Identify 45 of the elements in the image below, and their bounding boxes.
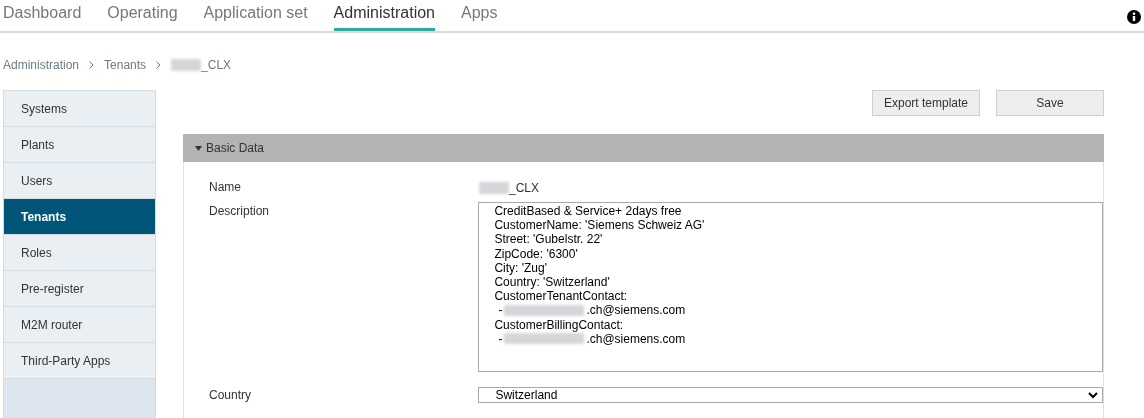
field-label: Description	[208, 203, 271, 220]
redacted-block	[171, 59, 202, 71]
caret-icon	[195, 145, 202, 151]
sidebar-item[interactable]: Users	[4, 163, 155, 199]
breadcrumb-link[interactable]: Administration	[3, 56, 80, 74]
chevron-icon	[89, 61, 95, 69]
field-label: Name	[208, 179, 242, 196]
chevron-down-icon	[1088, 391, 1098, 399]
sidebar-item[interactable]: M2M router	[4, 307, 155, 343]
text-line: City: 'Zug'	[494, 260, 547, 275]
text-line: -	[498, 331, 503, 347]
sidebar-item[interactable]: Third-Party Apps	[4, 343, 155, 379]
field-label: Country	[208, 387, 253, 404]
nav-tab[interactable]: Dashboard	[3, 3, 82, 31]
text-line: Country: 'Switzerland'	[494, 275, 610, 290]
redacted-block	[479, 182, 509, 194]
chevron-icon	[156, 61, 162, 69]
sidebar-item[interactable]: Pre-register	[4, 271, 155, 307]
sidebar-item[interactable]: Roles	[4, 235, 155, 271]
text-line: CustomerName: 'Siemens Schweiz AG'	[494, 218, 705, 233]
action-button[interactable]: Save	[996, 90, 1104, 116]
nav-tab[interactable]: Apps	[461, 3, 498, 31]
text-line: CustomerTenantContact:	[494, 289, 628, 304]
sidebar-item[interactable]: Plants	[4, 127, 155, 163]
text-line: .ch@siemens.com	[586, 303, 686, 318]
nav-tab[interactable]: Operating	[107, 3, 178, 31]
text-line: ZipCode: '6300'	[494, 246, 578, 261]
description-field[interactable]	[478, 202, 1103, 372]
action-button[interactable]: Export template	[872, 90, 980, 116]
panel-header[interactable]: Basic Data	[183, 134, 1104, 162]
text-line: CustomerBillingContact:	[494, 317, 624, 332]
text-line: Street: 'Gubelstr. 22'	[494, 232, 603, 247]
nav-tab[interactable]: Administration	[333, 3, 435, 31]
sidebar-item[interactable]: Systems	[4, 91, 155, 127]
sidebar-item[interactable]: Tenants	[4, 199, 155, 235]
text-line: CreditBased & Service+ 2days free	[494, 204, 682, 219]
panel-title: Basic Data	[206, 140, 265, 157]
breadcrumb-current: _CLX	[201, 57, 232, 74]
country-select[interactable]: Switzerland	[478, 387, 1103, 403]
breadcrumb-link[interactable]: Tenants	[104, 56, 147, 74]
text-line: -	[498, 303, 503, 318]
name-value: _CLX	[509, 180, 540, 197]
nav-tab[interactable]: Application set	[203, 3, 308, 31]
info-icon[interactable]	[1127, 10, 1141, 24]
text-line: .ch@siemens.com	[586, 331, 686, 347]
